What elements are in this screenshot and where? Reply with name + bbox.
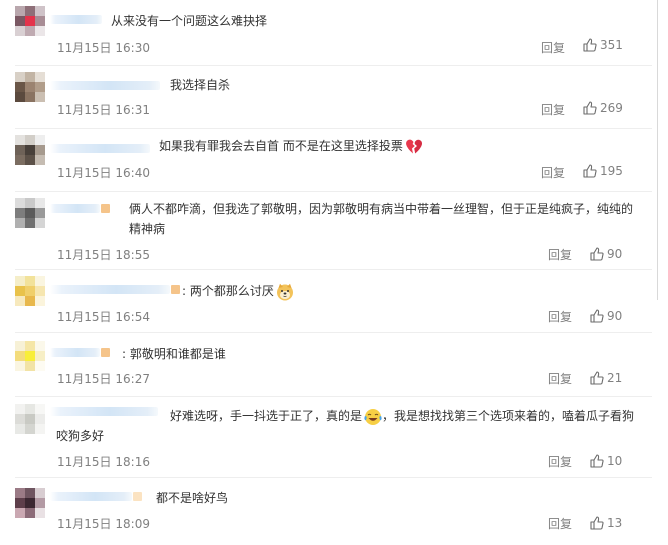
comment-item: 如果我有罪我会去自首 而不是在这里选择投票 11月15日 16:40 回复 19… bbox=[0, 129, 652, 191]
broken-heart-icon bbox=[405, 139, 422, 153]
comment-timestamp: 11月15日 16:31 bbox=[57, 103, 150, 117]
thumbs-up-icon bbox=[590, 371, 604, 385]
username[interactable] bbox=[50, 204, 110, 213]
comment-item: 都不是啥好鸟 11月15日 18:09 回复 13 bbox=[0, 478, 652, 545]
comment-item: : 郭敬明和谁都是谁 11月15日 16:27 回复 21 bbox=[0, 333, 652, 396]
comment-item: : 两个都那么讨厌 11月15日 16:54 回复 90 bbox=[0, 270, 652, 332]
like-button[interactable]: 21 bbox=[590, 371, 622, 385]
comment-text: : 郭敬明和谁都是谁 bbox=[122, 347, 226, 361]
reply-button[interactable]: 回复 bbox=[548, 453, 572, 470]
verified-badge bbox=[133, 492, 142, 501]
doge-icon bbox=[276, 283, 293, 300]
avatar[interactable] bbox=[15, 198, 45, 228]
avatar[interactable] bbox=[15, 404, 45, 434]
like-button[interactable]: 13 bbox=[590, 516, 622, 530]
comment-text: 好难选呀，手一抖选于正了，真的是 ，我是想找找第三个选项来着的，嗑着瓜子看狗咬狗多… bbox=[56, 408, 635, 443]
like-button[interactable]: 195 bbox=[583, 164, 623, 178]
avatar[interactable] bbox=[15, 276, 45, 306]
scrollbar[interactable] bbox=[657, 0, 658, 300]
reply-button[interactable]: 回复 bbox=[541, 39, 565, 56]
thumbs-up-icon bbox=[590, 516, 604, 530]
reply-button[interactable]: 回复 bbox=[541, 164, 565, 181]
username[interactable] bbox=[50, 285, 180, 294]
verified-badge bbox=[101, 204, 110, 213]
comment-timestamp: 11月15日 16:27 bbox=[57, 372, 150, 386]
like-count: 21 bbox=[607, 371, 623, 385]
avatar[interactable] bbox=[15, 341, 45, 371]
comment-item: 从来没有一个问题这么难抉择 11月15日 16:30 回复 351 bbox=[0, 0, 652, 65]
thumbs-up-icon bbox=[590, 309, 604, 323]
verified-badge bbox=[171, 285, 180, 294]
comment-text: : 两个都那么讨厌 bbox=[182, 281, 294, 301]
like-count: 10 bbox=[607, 454, 623, 468]
comment-timestamp: 11月15日 16:30 bbox=[57, 41, 150, 55]
like-count: 90 bbox=[607, 247, 623, 261]
comment-timestamp: 11月15日 16:40 bbox=[57, 166, 150, 180]
comment-item: 好难选呀，手一抖选于正了，真的是 ，我是想找找第三个选项来着的，嗑着瓜子看狗咬狗多… bbox=[0, 397, 652, 477]
username[interactable] bbox=[50, 144, 150, 153]
reply-button[interactable]: 回复 bbox=[541, 101, 565, 118]
comment-text: 我选择自杀 bbox=[170, 78, 231, 92]
reply-button[interactable]: 回复 bbox=[548, 308, 572, 325]
comment-text: 如果我有罪我会去自首 而不是在这里选择投票 bbox=[159, 136, 423, 156]
thumbs-up-icon bbox=[583, 38, 597, 52]
like-count: 13 bbox=[607, 516, 623, 530]
comment-timestamp: 11月15日 18:55 bbox=[57, 248, 150, 262]
like-button[interactable]: 351 bbox=[583, 38, 623, 52]
comment-text: 俩人不都咋滴，但我选了郭敬明，因为郭敬明有病当中带着一丝理智，但于正是纯疯子，纯… bbox=[129, 202, 634, 236]
laugh-cry-icon bbox=[364, 408, 382, 425]
username[interactable] bbox=[50, 492, 142, 501]
like-button[interactable]: 269 bbox=[583, 101, 623, 115]
avatar[interactable] bbox=[15, 135, 45, 165]
like-count: 269 bbox=[600, 101, 623, 115]
like-count: 351 bbox=[600, 38, 623, 52]
comment-item: 我选择自杀 11月15日 16:31 回复 269 bbox=[0, 66, 652, 128]
comment-timestamp: 11月15日 16:54 bbox=[57, 310, 150, 324]
username[interactable] bbox=[50, 348, 110, 357]
thumbs-up-icon bbox=[590, 454, 604, 468]
avatar[interactable] bbox=[15, 488, 45, 518]
comment-text: 都不是啥好鸟 bbox=[156, 491, 229, 505]
like-button[interactable]: 10 bbox=[590, 454, 622, 468]
like-button[interactable]: 90 bbox=[590, 247, 622, 261]
comment-timestamp: 11月15日 18:16 bbox=[57, 455, 150, 469]
comment-timestamp: 11月15日 18:09 bbox=[57, 517, 150, 531]
avatar[interactable] bbox=[15, 6, 45, 36]
reply-button[interactable]: 回复 bbox=[548, 515, 572, 532]
verified-badge bbox=[101, 348, 110, 357]
username[interactable] bbox=[50, 81, 160, 90]
thumbs-up-icon bbox=[590, 247, 604, 261]
username[interactable] bbox=[50, 15, 102, 24]
like-button[interactable]: 90 bbox=[590, 309, 622, 323]
reply-button[interactable]: 回复 bbox=[548, 370, 572, 387]
thumbs-up-icon bbox=[583, 101, 597, 115]
thumbs-up-icon bbox=[583, 164, 597, 178]
comment-item: 俩人不都咋滴，但我选了郭敬明，因为郭敬明有病当中带着一丝理智，但于正是纯疯子，纯… bbox=[0, 192, 652, 269]
comment-text: 从来没有一个问题这么难抉择 bbox=[111, 14, 268, 28]
like-count: 195 bbox=[600, 164, 623, 178]
avatar[interactable] bbox=[15, 72, 45, 102]
reply-button[interactable]: 回复 bbox=[548, 246, 572, 263]
like-count: 90 bbox=[607, 309, 623, 323]
